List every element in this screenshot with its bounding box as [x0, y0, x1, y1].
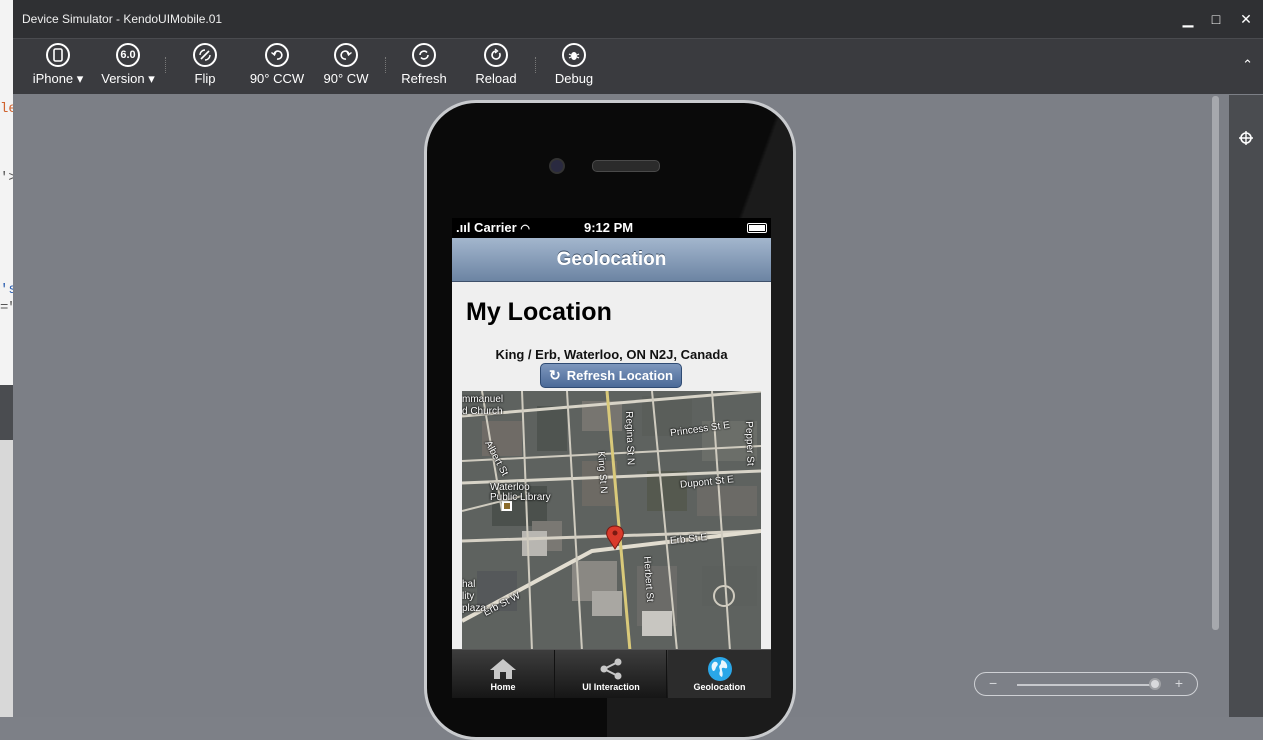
rotate-cw-button[interactable]: 90° CW [319, 43, 373, 86]
background-editor-strip: le '> 's =" [0, 0, 14, 717]
editor-fragment: le [0, 101, 14, 117]
status-bar: .ııl Carrier ◠ 9:12 PM [452, 218, 771, 238]
status-time: 9:12 PM [584, 220, 634, 235]
simulator-toolbar: iPhone ▾ 6.0 Version ▾ Flip 90° CCW 90° … [13, 38, 1263, 94]
map-label: Pepper St [743, 421, 756, 466]
map-view[interactable]: mmanuel d Church Albert St Regina St N P… [462, 391, 761, 651]
map-label: lity [462, 591, 475, 602]
tab-home-label: Home [490, 682, 516, 692]
map-label: plaza [462, 603, 486, 614]
editor-panel [0, 440, 14, 717]
editor-fragment: '> [0, 170, 14, 186]
carrier-label: .ııl Carrier ◠ [456, 220, 530, 235]
refresh-button[interactable]: Refresh [399, 43, 449, 86]
version-badge-icon: 6.0 [116, 43, 140, 67]
toolbar-separator [385, 57, 387, 73]
wifi-icon: ◠ [520, 223, 530, 235]
map-label: d Church [462, 406, 503, 417]
tab-ui-interaction[interactable]: UI Interaction [556, 650, 667, 698]
rotate-cw-label: 90° CW [323, 71, 369, 86]
device-simulator-window: Device Simulator - KendoUIMobile.01 ▁ □ … [13, 0, 1263, 740]
phone-icon [46, 43, 70, 67]
page-heading: My Location [466, 298, 612, 326]
bug-icon [562, 43, 586, 67]
refresh-location-button[interactable]: ↻ Refresh Location [540, 363, 682, 388]
tab-bar: Home UI Interaction Geolocation [452, 649, 771, 698]
refresh-location-label: Refresh Location [566, 368, 673, 383]
front-camera [549, 158, 565, 174]
close-button[interactable]: ✕ [1234, 8, 1258, 30]
battery-icon [747, 223, 767, 233]
flip-icon [193, 43, 217, 67]
tab-geolocation-label: Geolocation [693, 682, 746, 692]
reload-icon [484, 43, 508, 67]
zoom-slider[interactable]: − + [974, 672, 1198, 696]
maximize-button[interactable]: □ [1204, 8, 1228, 30]
collapse-toolbar-button[interactable]: ⌃ [1242, 57, 1253, 73]
right-side-panel [1229, 95, 1263, 717]
vertical-scrollbar[interactable] [1212, 96, 1219, 630]
flip-label: Flip [194, 71, 216, 86]
refresh-icon [412, 43, 436, 67]
address-text: King / Erb, Waterloo, ON N2J, Canada [495, 347, 728, 362]
map-label: Public Library [490, 492, 551, 503]
home-icon [452, 656, 554, 682]
reload-button[interactable]: Reload [473, 43, 519, 86]
globe-icon [668, 656, 771, 682]
app-navbar: Geolocation [452, 238, 771, 282]
refresh-label: Refresh [401, 71, 447, 86]
zoom-track[interactable] [1017, 684, 1153, 686]
version-dropdown[interactable]: 6.0 Version ▾ [97, 43, 159, 87]
zoom-in-button[interactable]: + [1175, 675, 1183, 691]
toolbar-separator [165, 57, 167, 73]
tab-ui-interaction-label: UI Interaction [582, 682, 640, 692]
refresh-icon: ↻ [549, 367, 561, 383]
flip-button[interactable]: Flip [185, 43, 225, 86]
editor-panel [0, 385, 14, 440]
debug-button[interactable]: Debug [551, 43, 597, 86]
editor-fragment: 's [0, 282, 14, 298]
device-dropdown[interactable]: iPhone ▾ [30, 43, 86, 87]
tab-geolocation[interactable]: Geolocation [668, 650, 771, 698]
map-label: hal [462, 579, 476, 590]
map-label: Regina St N [623, 411, 636, 466]
reload-label: Reload [475, 71, 517, 86]
debug-label: Debug [554, 71, 594, 86]
crosshair-icon[interactable] [1239, 131, 1253, 145]
toolbar-separator [535, 57, 537, 73]
map-label: mmanuel [462, 394, 504, 405]
minimize-button[interactable]: ▁ [1176, 8, 1200, 30]
share-icon [556, 656, 666, 682]
rotate-ccw-icon [265, 43, 289, 67]
rotate-cw-icon [334, 43, 358, 67]
device-label: iPhone ▾ [32, 71, 84, 86]
version-label: Version ▾ [101, 71, 155, 86]
title-bar: Device Simulator - KendoUIMobile.01 ▁ □ … [13, 0, 1263, 38]
window-title: Device Simulator - KendoUIMobile.01 [22, 12, 223, 26]
phone-screen: .ııl Carrier ◠ 9:12 PM Geolocation My Lo… [452, 218, 771, 698]
editor-fragment: =" [0, 300, 14, 316]
zoom-out-button[interactable]: − [989, 675, 997, 691]
tab-home[interactable]: Home [452, 650, 555, 698]
rotate-ccw-label: 90° CCW [249, 71, 305, 86]
navbar-title: Geolocation [556, 249, 667, 270]
earpiece-speaker [592, 160, 660, 172]
zoom-thumb[interactable] [1149, 678, 1161, 690]
iphone-device: .ııl Carrier ◠ 9:12 PM Geolocation My Lo… [424, 100, 796, 740]
rotate-ccw-button[interactable]: 90° CCW [247, 43, 307, 86]
carrier-text: .ııl Carrier [456, 220, 517, 235]
